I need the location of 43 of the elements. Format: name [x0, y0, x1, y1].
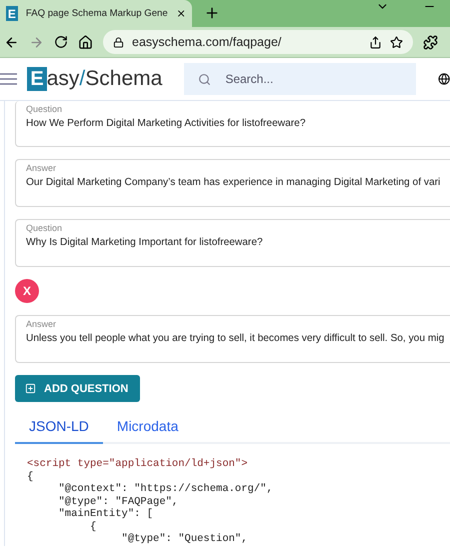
url-text: easyschema.com/faqpage/ [132, 35, 282, 49]
logo[interactable]: E asy/Schema [27, 67, 162, 91]
new-tab-icon[interactable] [204, 5, 220, 21]
field-label: Question [26, 223, 64, 233]
code-line: "@type": "Question", [120, 533, 249, 546]
code-line: "@type": "FAQPage", [58, 496, 180, 508]
home-icon[interactable] [78, 34, 93, 50]
text-field[interactable]: Question How We Perform Digital Marketing Activities for listofreeware? [15, 101, 450, 147]
remove-button[interactable]: X [15, 279, 39, 303]
code-line: <script type="application/ld+json"> [27, 458, 249, 470]
format-tab[interactable]: JSON-LD [15, 410, 103, 444]
code-line: "@context": "https://schema.org/", [58, 483, 274, 496]
globe-icon[interactable] [438, 72, 450, 86]
lock-icon [113, 36, 124, 48]
favicon: E [6, 6, 18, 21]
field-value: Unless you tell people what you are trying to sell, it becomes very difficult to sell. So, you mig [26, 333, 446, 344]
search-field[interactable]: Search... [184, 63, 416, 95]
field-value: How We Perform Digital Marketing Activities for listofreeware? [26, 118, 306, 129]
field-value: Our Digital Marketing Company’s team has experience in managing Digital Marketing of vari [26, 177, 442, 188]
search-icon [198, 72, 212, 86]
menu-icon[interactable] [0, 73, 18, 85]
tab-title: FAQ page Schema Markup Gene [26, 8, 168, 19]
add-question-button[interactable]: ADD QUESTION [15, 375, 140, 402]
share-icon[interactable] [369, 36, 382, 48]
text-field[interactable]: Answer Unless you tell people what you are trying to sell, it becomes very difficult to sell. So, you mig [15, 315, 450, 363]
extensions-icon[interactable] [423, 34, 438, 50]
field-label: Answer [26, 319, 58, 329]
plus-square-icon [25, 383, 36, 394]
text-field[interactable]: Answer Our Digital Marketing Company’s team has experience in managing Digital Marketing of vari [15, 159, 450, 207]
field-value: Why Is Digital Marketing Important for listofreeware? [26, 237, 264, 248]
text-field[interactable]: Question Why Is Digital Marketing Important for listofreeware? [15, 219, 450, 267]
star-icon[interactable] [390, 36, 403, 48]
reload-icon[interactable] [54, 35, 68, 49]
field-label: Answer [26, 163, 58, 173]
code-line: { [27, 470, 34, 483]
field-label: Question [26, 104, 64, 114]
forward-icon[interactable] [29, 34, 44, 50]
code-line: "mainEntity": [ [58, 508, 154, 520]
browser-tab[interactable]: E FAQ page Schema Markup Gene [0, 0, 192, 27]
address-bar[interactable]: easyschema.com/faqpage/ [103, 30, 413, 54]
back-icon[interactable] [4, 34, 19, 50]
code-line: { [89, 520, 98, 533]
format-tab[interactable]: Microdata [102, 410, 192, 444]
